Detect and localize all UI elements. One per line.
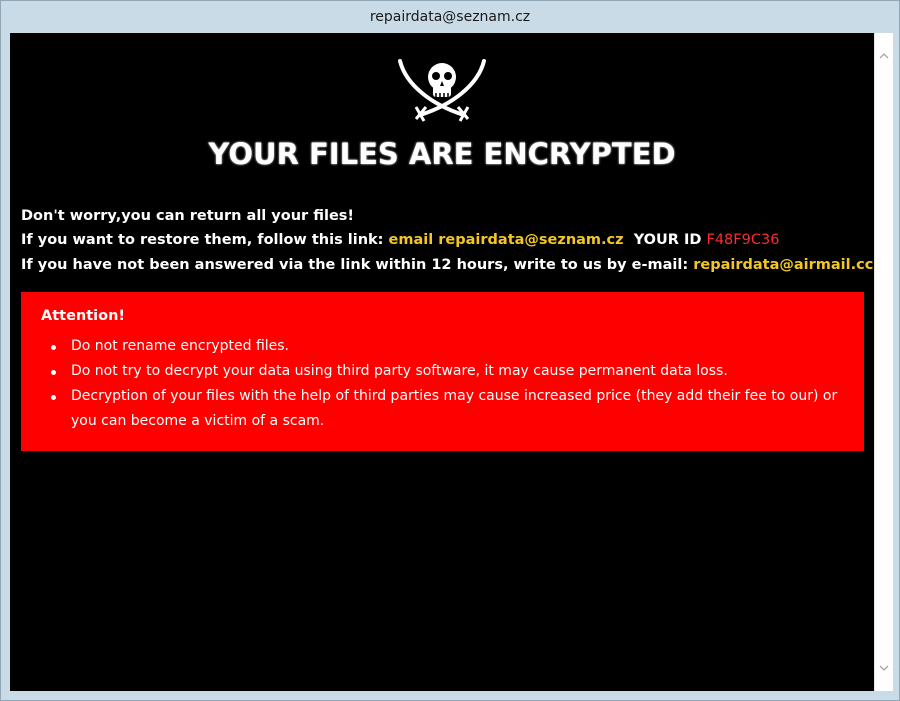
bullet-icon	[51, 395, 56, 400]
your-id-value: F48F9C36	[706, 232, 780, 248]
jolly-roger-icon	[398, 59, 486, 122]
page-title: YOUR FILES ARE ENCRYPTED	[208, 137, 676, 171]
message-line-3: If you have not been answered via the li…	[21, 253, 873, 277]
attention-item-text: Do not try to decrypt your data using th…	[71, 363, 728, 379]
fallback-email-link[interactable]: repairdata@airmail.cc	[693, 257, 873, 273]
message-line-1: Don't worry,you can return all your file…	[21, 204, 866, 228]
list-item: Decryption of your files with the help o…	[41, 384, 851, 434]
list-item: Do not try to decrypt your data using th…	[41, 359, 851, 384]
reassurance-text: Don't worry,you can return all your file…	[21, 208, 355, 224]
your-id-label: YOUR ID	[633, 232, 702, 248]
app-window: repairdata@seznam.cz YOUR FILES ARE ENCR…	[0, 0, 900, 701]
chevron-down-icon[interactable]	[879, 663, 889, 673]
attention-list: Do not rename encrypted files. Do not tr…	[41, 334, 851, 434]
attention-item-text: Do not rename encrypted files.	[71, 338, 290, 354]
bullet-icon	[51, 345, 56, 350]
vertical-scrollbar[interactable]	[874, 33, 893, 691]
window-titlebar[interactable]: repairdata@seznam.cz	[1, 1, 899, 33]
bullet-icon	[51, 370, 56, 375]
chevron-up-icon[interactable]	[879, 51, 889, 61]
attention-box: Attention! Do not rename encrypted files…	[21, 292, 864, 451]
restore-instructions-text: If you want to restore them, follow this…	[21, 232, 384, 248]
window-title: repairdata@seznam.cz	[369, 9, 531, 25]
list-item: Do not rename encrypted files.	[41, 334, 851, 359]
fallback-instructions-text: If you have not been answered via the li…	[21, 257, 689, 273]
attention-title: Attention!	[41, 308, 126, 324]
attention-item-text: Decryption of your files with the help o…	[71, 388, 838, 429]
restore-email-link[interactable]: email repairdata@seznam.cz	[389, 232, 624, 248]
ransom-note-content: YOUR FILES ARE ENCRYPTED Don't worry,you…	[10, 33, 874, 691]
message-line-2: If you want to restore them, follow this…	[21, 228, 866, 252]
